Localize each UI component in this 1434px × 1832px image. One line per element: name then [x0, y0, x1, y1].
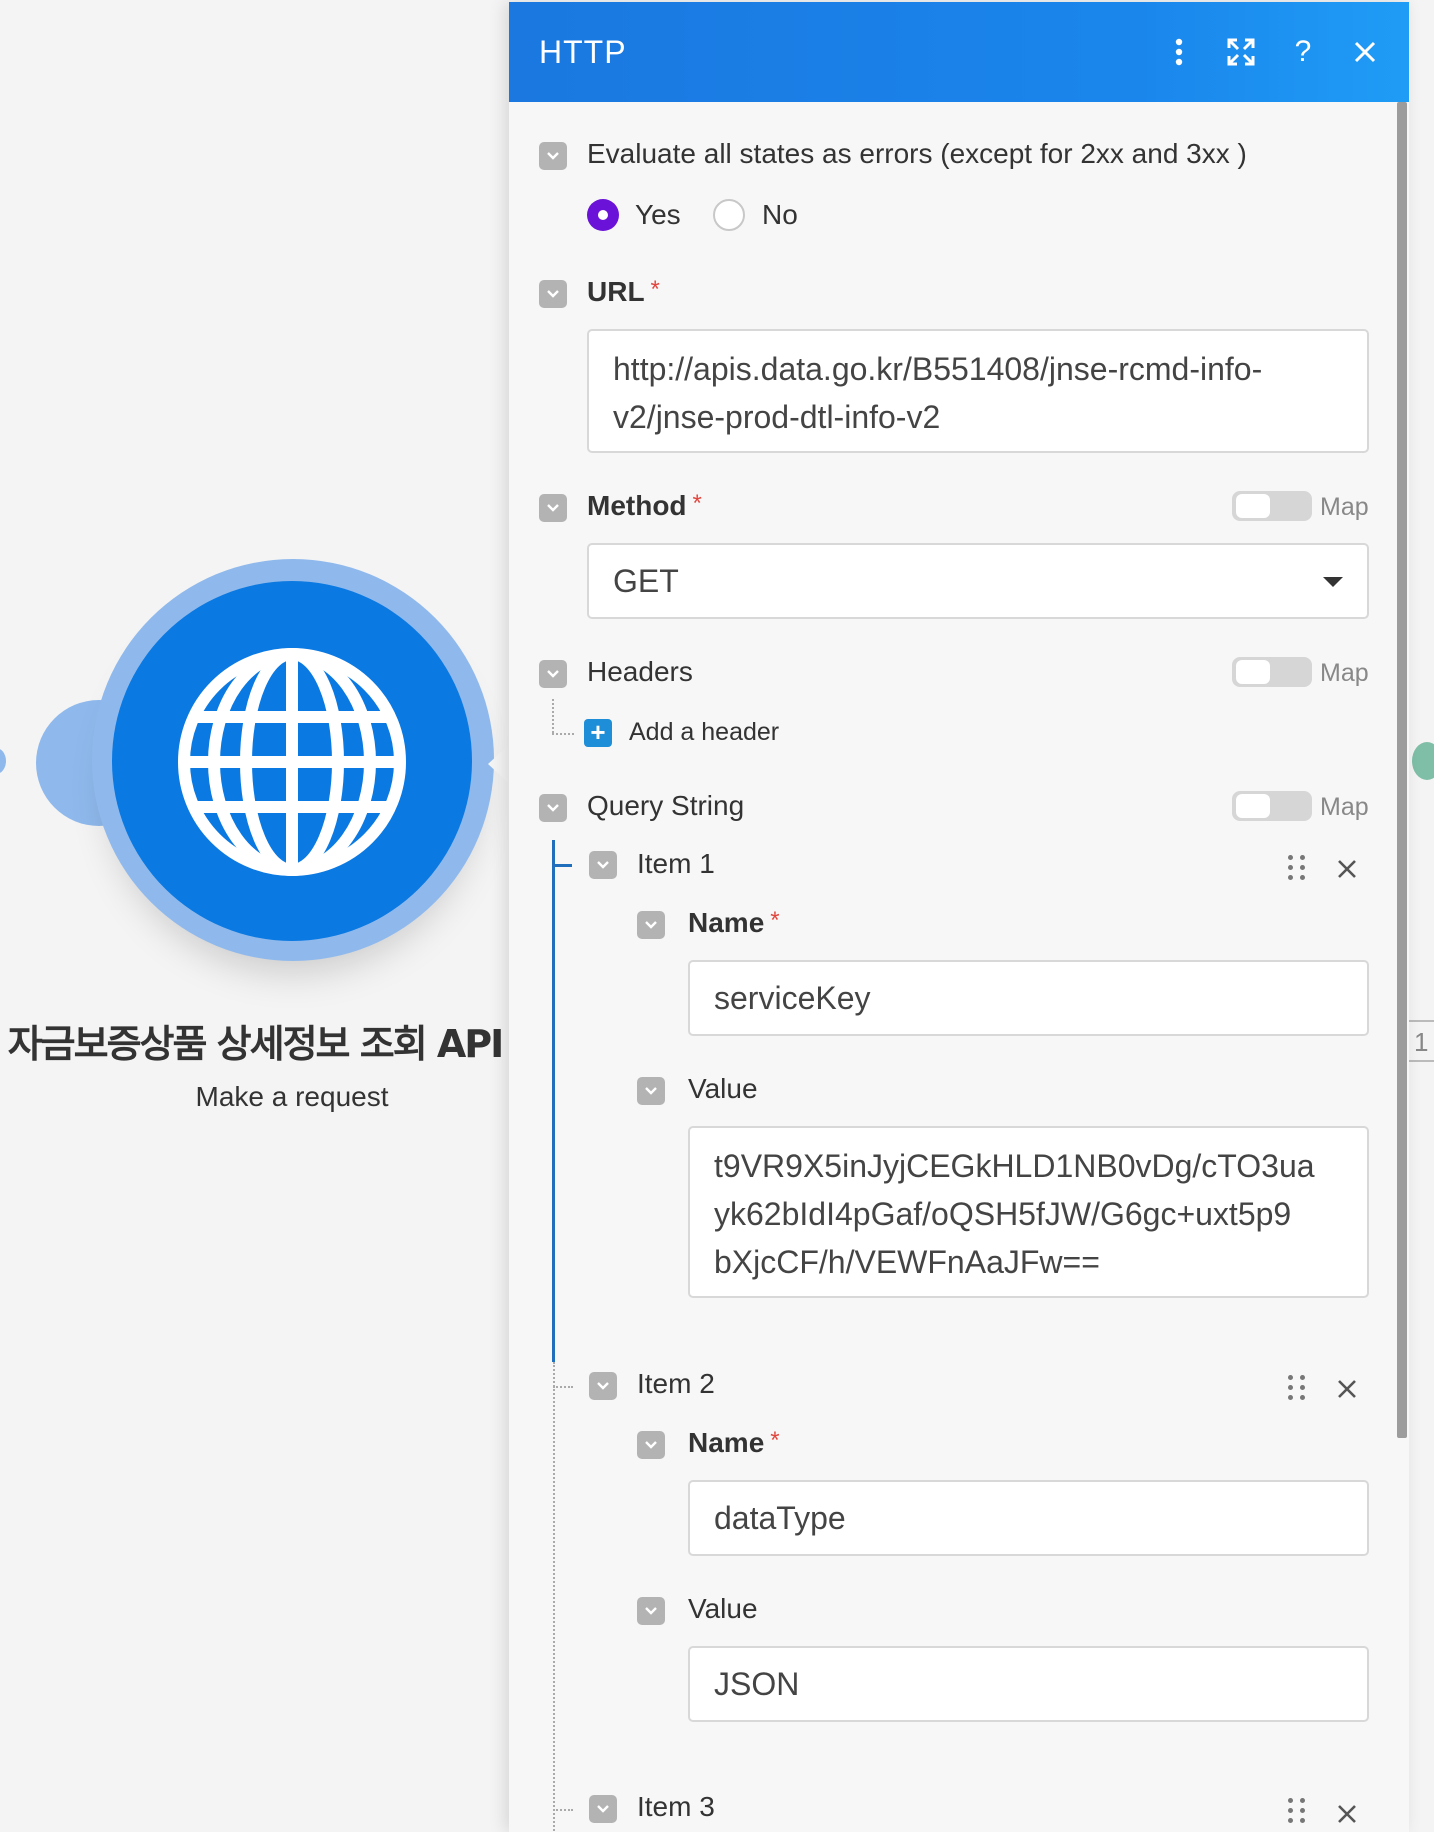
item-1-value-input[interactable]: t9VR9X5inJyjCEGkHLD1NB0vDg/cTO3ua yk62bI…	[688, 1126, 1369, 1298]
left-connector[interactable]	[0, 748, 6, 774]
item-1-tree-branch	[552, 864, 572, 867]
url-value-line: v2/jnse-prod-dtl-info-v2	[613, 399, 941, 435]
radio-no-label: No	[762, 199, 798, 230]
radio-yes-label: Yes	[635, 199, 681, 230]
query-string-map-label: Map	[1320, 793, 1369, 821]
item-2-name-label: Name *	[688, 1427, 780, 1458]
tree-line	[552, 699, 554, 733]
item-2-value-input[interactable]: JSON	[688, 1646, 1369, 1722]
chevron-down-icon	[547, 504, 559, 512]
method-select[interactable]: GET	[587, 543, 1369, 619]
chevron-down-icon	[547, 804, 559, 812]
item-1-name-input[interactable]: serviceKey	[688, 960, 1369, 1036]
url-label: URL *	[587, 276, 660, 307]
tree-line	[553, 1362, 555, 1832]
dropdown-caret-icon	[1323, 577, 1343, 587]
evaluate-label: Evaluate all states as errors (except fo…	[587, 138, 1247, 169]
module-subtitle: Make a request	[195, 1081, 389, 1112]
add-header-plus-icon[interactable]: +	[584, 719, 612, 747]
url-input[interactable]: http://apis.data.go.kr/B551408/jnse-rcmd…	[587, 329, 1369, 453]
item-1-name-collapse-toggle[interactable]	[637, 911, 665, 939]
radio-yes[interactable]	[587, 199, 619, 231]
headers-map-label: Map	[1320, 659, 1369, 687]
url-value-line: http://apis.data.go.kr/B551408/jnse-rcmd…	[613, 351, 1263, 387]
query-string-collapse-toggle[interactable]	[539, 794, 567, 822]
module-settings-panel: HTTP ? Evaluate all states as errors (ex…	[509, 2, 1409, 1832]
tree-line	[553, 1386, 573, 1388]
chevron-down-icon	[597, 861, 609, 869]
method-value: GET	[613, 563, 679, 599]
headers-map-toggle[interactable]	[1232, 657, 1312, 687]
method-map-label: Map	[1320, 493, 1369, 521]
chevron-down-icon	[645, 1607, 657, 1615]
chevron-down-icon	[645, 921, 657, 929]
item-1-tree-line	[552, 840, 555, 1362]
query-string-map-toggle[interactable]	[1232, 791, 1312, 821]
remove-item-3-icon[interactable]	[1337, 1798, 1357, 1828]
item-2-collapse-toggle[interactable]	[589, 1372, 617, 1400]
item-2-name-collapse-toggle[interactable]	[637, 1431, 665, 1459]
remove-item-1-icon[interactable]	[1337, 853, 1357, 883]
next-module-connector[interactable]	[1412, 742, 1434, 780]
item-2-value-collapse-toggle[interactable]	[637, 1597, 665, 1625]
expand-icon[interactable]	[1225, 36, 1257, 68]
remove-item-2-icon[interactable]	[1337, 1373, 1357, 1403]
item-1-value-line: yk62bIdI4pGaf/oQSH5fJW/G6gc+uxt5p9	[714, 1196, 1292, 1232]
module-name: 자금보증상품 상세정보 조회 API	[7, 1022, 505, 1066]
item-1-value-label: Value	[688, 1073, 758, 1104]
scenario-canvas: 자금보증상품 상세정보 조회 API Make a request	[0, 0, 512, 1832]
drag-handle-icon[interactable]	[1288, 1375, 1306, 1401]
method-collapse-toggle[interactable]	[539, 494, 567, 522]
close-icon[interactable]	[1349, 36, 1381, 68]
chevron-down-icon	[597, 1382, 609, 1390]
method-label: Method *	[587, 490, 702, 521]
headers-label: Headers	[587, 656, 693, 687]
drag-handle-icon[interactable]	[1288, 855, 1306, 881]
panel-header: HTTP ?	[509, 2, 1409, 102]
drag-handle-icon[interactable]	[1288, 1798, 1306, 1824]
item-1-name-label: Name *	[688, 907, 780, 938]
item-2-value-label: Value	[688, 1593, 758, 1624]
panel-scrollbar[interactable]	[1397, 102, 1407, 1438]
tree-line	[552, 733, 574, 735]
item-3-title: Item 3	[637, 1791, 715, 1822]
panel-title: HTTP	[539, 33, 627, 70]
item-3-collapse-toggle[interactable]	[589, 1795, 617, 1823]
item-1-value-collapse-toggle[interactable]	[637, 1077, 665, 1105]
chevron-down-icon	[645, 1441, 657, 1449]
url-collapse-toggle[interactable]	[539, 280, 567, 308]
item-1-title: Item 1	[637, 848, 715, 879]
radio-no[interactable]	[713, 199, 745, 231]
chevron-down-icon	[547, 670, 559, 678]
chevron-down-icon	[645, 1087, 657, 1095]
item-1-collapse-toggle[interactable]	[589, 851, 617, 879]
item-2-name-input[interactable]: dataType	[688, 1480, 1369, 1556]
chevron-down-icon	[547, 290, 559, 298]
method-map-toggle[interactable]	[1232, 491, 1312, 521]
tree-line	[553, 1809, 573, 1811]
globe-icon	[178, 648, 406, 876]
item-2-title: Item 2	[637, 1368, 715, 1399]
chevron-down-icon	[547, 152, 559, 160]
headers-collapse-toggle[interactable]	[539, 660, 567, 688]
add-header-link[interactable]: Add a header	[629, 718, 779, 747]
more-vertical-icon[interactable]	[1163, 36, 1195, 68]
chevron-down-icon	[597, 1805, 609, 1813]
evaluate-collapse-toggle[interactable]	[539, 142, 567, 170]
query-string-label: Query String	[587, 790, 745, 821]
item-1-value-line: t9VR9X5inJyjCEGkHLD1NB0vDg/cTO3ua	[714, 1148, 1315, 1184]
item-1-value-line: bXjcCF/h/VEWFnAaJFw==	[714, 1244, 1100, 1280]
help-icon[interactable]: ?	[1287, 35, 1319, 68]
